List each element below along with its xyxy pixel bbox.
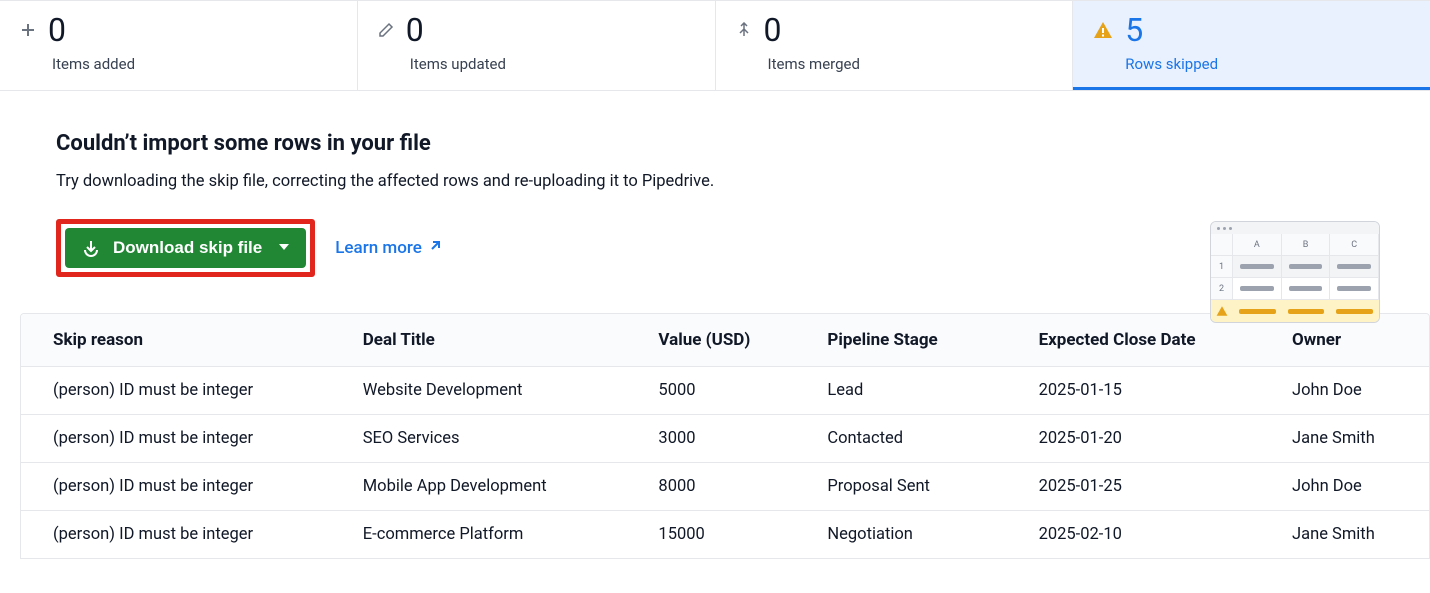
col-skip-reason: Skip reason	[21, 314, 331, 367]
download-highlight: Download skip file	[56, 219, 315, 277]
count-items-added: 0	[48, 11, 66, 49]
chevron-down-icon	[278, 238, 290, 258]
download-button-label: Download skip file	[113, 238, 262, 258]
tab-rows-skipped[interactable]: 5 Rows skipped	[1073, 1, 1430, 90]
count-items-updated: 0	[406, 11, 424, 49]
panel-subheading: Try downloading the skip file, correctin…	[56, 172, 1430, 191]
pencil-icon	[378, 22, 394, 38]
merge-icon	[736, 22, 752, 38]
count-rows-skipped: 5	[1125, 11, 1143, 49]
download-skip-file-button[interactable]: Download skip file	[65, 228, 306, 268]
download-icon	[81, 238, 101, 258]
panel-heading: Couldn’t import some rows in your file	[56, 131, 1430, 156]
table-row[interactable]: (person) ID must be integer SEO Services…	[21, 415, 1429, 463]
external-link-icon	[428, 238, 442, 258]
import-summary-tabs: 0 Items added 0 Items updated 0 Items me…	[0, 0, 1430, 91]
tab-items-added[interactable]: 0 Items added	[0, 1, 358, 90]
tab-items-merged[interactable]: 0 Items merged	[716, 1, 1074, 90]
count-items-merged: 0	[764, 11, 782, 49]
tab-items-updated[interactable]: 0 Items updated	[358, 1, 716, 90]
learn-more-link[interactable]: Learn more	[335, 238, 442, 258]
table-row[interactable]: (person) ID must be integer Website Deve…	[21, 367, 1429, 415]
col-deal-title: Deal Title	[331, 314, 627, 367]
learn-more-label: Learn more	[335, 238, 422, 258]
table-row[interactable]: (person) ID must be integer Mobile App D…	[21, 463, 1429, 511]
label-items-merged: Items merged	[716, 55, 1073, 73]
table-row[interactable]: (person) ID must be integer E-commerce P…	[21, 511, 1429, 559]
label-items-updated: Items updated	[358, 55, 715, 73]
label-items-added: Items added	[0, 55, 357, 73]
spreadsheet-illustration: A B C 1 2	[1210, 221, 1380, 323]
plus-icon	[20, 22, 36, 38]
col-pipeline-stage: Pipeline Stage	[795, 314, 1006, 367]
warning-icon	[1093, 20, 1113, 40]
skipped-rows-table: Skip reason Deal Title Value (USD) Pipel…	[21, 314, 1429, 558]
skipped-rows-table-wrapper: Skip reason Deal Title Value (USD) Pipel…	[20, 313, 1430, 559]
skipped-rows-panel: Couldn’t import some rows in your file T…	[0, 91, 1430, 277]
col-value-usd: Value (USD)	[626, 314, 795, 367]
label-rows-skipped: Rows skipped	[1073, 55, 1430, 73]
